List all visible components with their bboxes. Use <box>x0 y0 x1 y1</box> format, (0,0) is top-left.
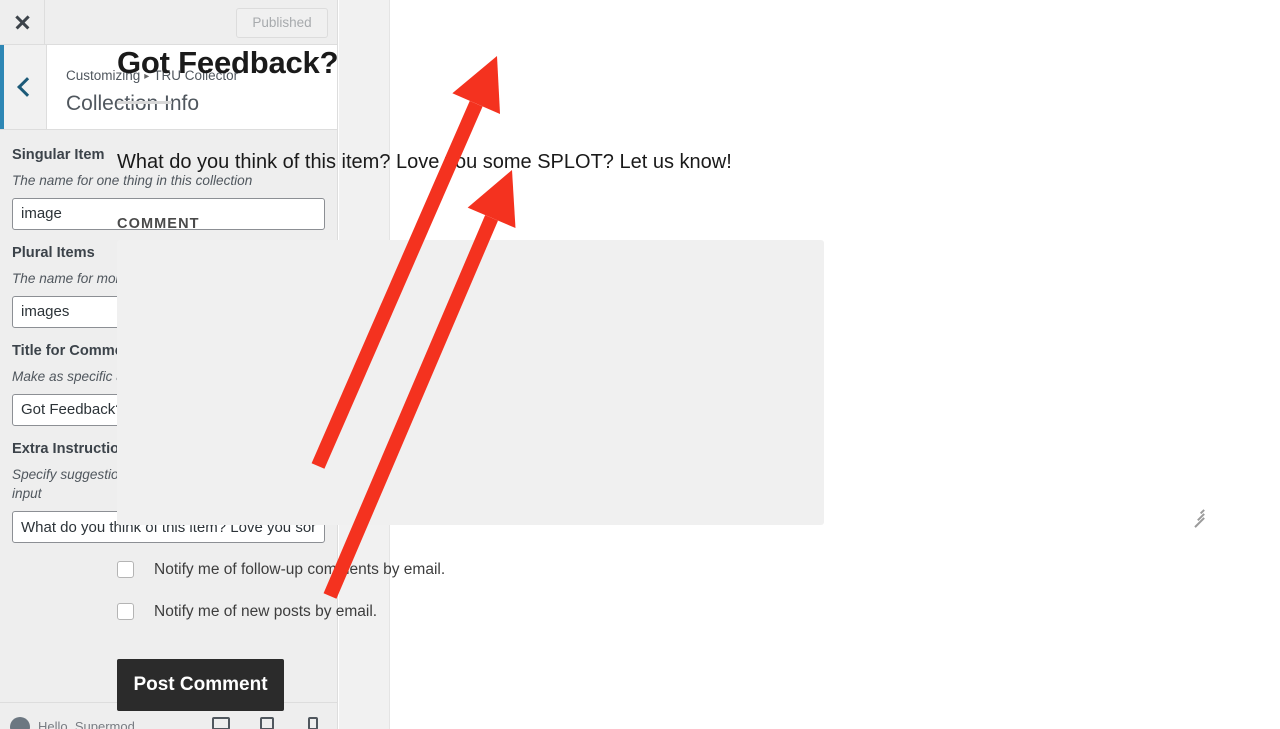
tablet-icon <box>260 717 274 729</box>
page-title: Collection Info <box>66 92 200 116</box>
comment-notes: What do you think of this item? Love you… <box>117 151 732 173</box>
notify-followup-checkbox[interactable] <box>117 561 134 578</box>
desktop-preview-button[interactable] <box>211 717 231 729</box>
comment-field-label: COMMENT <box>117 216 200 232</box>
notify-newposts-label[interactable]: Notify me of new posts by email. <box>154 603 377 620</box>
footer-username: Hello, Supermod <box>38 719 135 729</box>
comments-section-heading: Got Feedback? <box>117 45 339 80</box>
comment-textarea[interactable] <box>117 240 824 525</box>
published-button[interactable]: Published <box>236 8 328 38</box>
close-customizer-button[interactable] <box>0 0 45 44</box>
desktop-icon <box>212 717 230 729</box>
footer-user[interactable]: Hello, Supermod <box>10 717 135 729</box>
tablet-preview-button[interactable] <box>257 717 277 729</box>
heading-divider <box>117 101 172 104</box>
notify-newposts-row: Notify me of new posts by email. <box>117 603 377 620</box>
mobile-preview-button[interactable] <box>303 717 323 729</box>
notify-followup-label[interactable]: Notify me of follow-up comments by email… <box>154 561 445 578</box>
device-preview-buttons <box>211 717 323 729</box>
mobile-icon <box>308 717 318 729</box>
back-button[interactable] <box>0 45 47 129</box>
chevron-left-icon <box>17 77 37 97</box>
close-icon <box>14 14 31 31</box>
notify-followup-row: Notify me of follow-up comments by email… <box>117 561 445 578</box>
avatar <box>10 717 30 729</box>
post-comment-button[interactable]: Post Comment <box>117 659 284 711</box>
notify-newposts-checkbox[interactable] <box>117 603 134 620</box>
sidebar-topbar: Published <box>0 0 337 45</box>
customizer-screen: Published Customizing ▸ TRU Collector Coll… <box>0 0 1280 729</box>
